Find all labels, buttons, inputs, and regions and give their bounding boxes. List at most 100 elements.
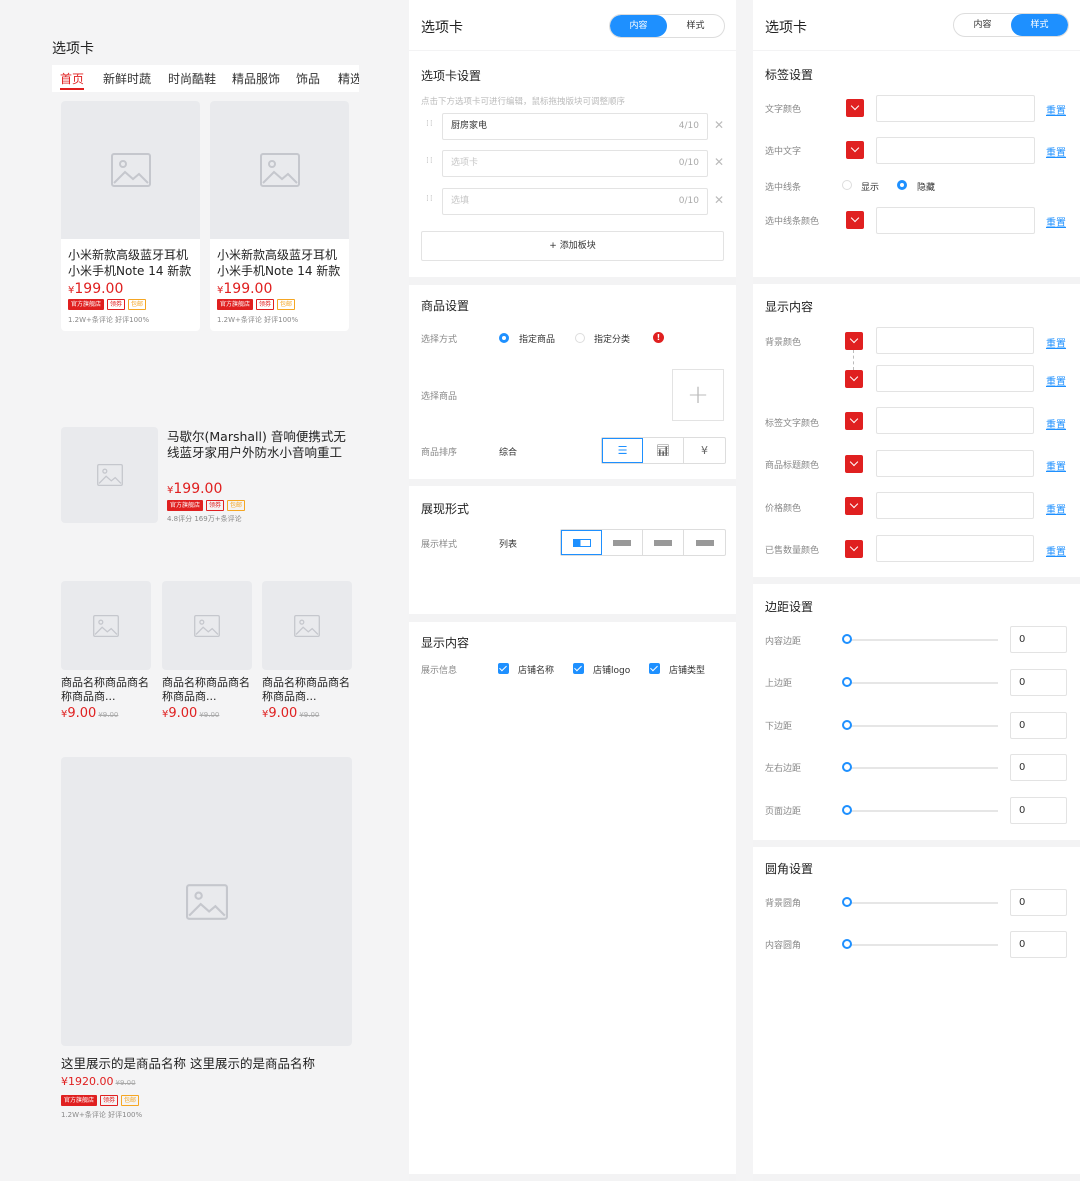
- tag-settings-section: 标签设置 文字颜色 重置 选中文字 重置 选中线条 显示 隐藏 选中线条颜色 重…: [753, 51, 1080, 277]
- reset-link[interactable]: 重置: [1046, 144, 1066, 159]
- drag-handle-icon[interactable]: ⁞⁞: [426, 120, 434, 134]
- bg-color-start-input[interactable]: [876, 327, 1034, 354]
- style-big-icon[interactable]: [684, 530, 725, 555]
- reset-link[interactable]: 重置: [1046, 102, 1066, 117]
- margin-label: 上边距: [765, 679, 793, 689]
- price-color-swatch[interactable]: [845, 497, 863, 515]
- margin-slider-knob[interactable]: [842, 677, 852, 687]
- checkbox-store-type[interactable]: [649, 663, 660, 674]
- margin-value-input[interactable]: 0: [1010, 669, 1067, 696]
- checkbox-label: 店铺logo: [593, 666, 631, 676]
- sort-list-icon[interactable]: ☰: [602, 438, 643, 463]
- bg-color-end-input[interactable]: [876, 365, 1034, 392]
- tab-vegetables[interactable]: 新鲜时蔬: [103, 70, 151, 87]
- margin-slider-track[interactable]: [846, 810, 998, 812]
- remove-tab-icon[interactable]: ✕: [714, 193, 724, 207]
- tag-text-color-swatch[interactable]: [845, 412, 863, 430]
- image-placeholder-icon: [210, 101, 349, 239]
- selected-text-input[interactable]: [876, 137, 1035, 164]
- radius-slider-knob[interactable]: [842, 897, 852, 907]
- sold-color-swatch[interactable]: [845, 540, 863, 558]
- text-color-input[interactable]: [876, 95, 1035, 122]
- tab-name-input[interactable]: 选填 0/10: [442, 188, 708, 215]
- radius-label: 内容圆角: [765, 941, 802, 951]
- style-grid2-icon[interactable]: [602, 530, 643, 555]
- tab-shoes[interactable]: 时尚酷鞋: [168, 70, 216, 87]
- goods-title-color-swatch[interactable]: [845, 455, 863, 473]
- tab-accessories[interactable]: 饰品: [296, 70, 320, 87]
- radio-show-line[interactable]: [842, 180, 852, 190]
- drag-handle-icon[interactable]: ⁞⁞: [426, 195, 434, 209]
- product-price: ¥199.00: [68, 281, 124, 297]
- tab-content[interactable]: 内容: [610, 15, 667, 37]
- reset-link[interactable]: 重置: [1046, 543, 1066, 558]
- tab-home[interactable]: 首页: [60, 70, 84, 87]
- product-card[interactable]: 小米新款高级蓝牙耳机小米手机Note 14 新款上... ¥199.00 官方旗…: [61, 101, 200, 331]
- reset-link[interactable]: 重置: [1046, 214, 1066, 229]
- style-list-icon[interactable]: [561, 530, 602, 555]
- line-color-input[interactable]: [876, 207, 1035, 234]
- tag-text-color-input[interactable]: [876, 407, 1034, 434]
- tab-featured[interactable]: 精选: [338, 70, 359, 87]
- add-block-button[interactable]: + 添加板块: [421, 231, 724, 261]
- margin-slider-track[interactable]: [846, 725, 998, 727]
- checkbox-store-logo[interactable]: [573, 663, 584, 674]
- margin-slider-track[interactable]: [846, 682, 998, 684]
- product-card[interactable]: 小米新款高级蓝牙耳机小米手机Note 14 新款上... ¥199.00 官方旗…: [210, 101, 349, 331]
- selected-text-swatch[interactable]: [846, 141, 864, 159]
- radius-slider-track[interactable]: [846, 944, 998, 946]
- margin-slider-track[interactable]: [846, 767, 998, 769]
- goods-title-color-label: 商品标题颜色: [765, 461, 820, 471]
- checkbox-store-name[interactable]: [498, 663, 509, 674]
- checkbox-label: 店铺类型: [669, 666, 706, 676]
- tab-style[interactable]: 样式: [1011, 14, 1068, 36]
- bg-color-start-swatch[interactable]: [845, 332, 863, 350]
- margin-slider-knob[interactable]: [842, 634, 852, 644]
- margin-slider-knob[interactable]: [842, 805, 852, 815]
- remove-tab-icon[interactable]: ✕: [714, 155, 724, 169]
- error-icon: !: [653, 332, 664, 343]
- radio-hide-line[interactable]: [897, 180, 907, 190]
- display-content-section: 显示内容 展示信息 店铺名称 店铺logo 店铺类型: [409, 622, 736, 1174]
- radius-slider-knob[interactable]: [842, 939, 852, 949]
- reset-link[interactable]: 重置: [1046, 458, 1066, 473]
- text-color-swatch[interactable]: [846, 99, 864, 117]
- add-goods-plus-icon[interactable]: +: [672, 369, 724, 421]
- reset-link[interactable]: 重置: [1046, 501, 1066, 516]
- select-mode-label: 选择方式: [421, 335, 458, 345]
- tab-content[interactable]: 内容: [954, 14, 1011, 36]
- margin-value-input[interactable]: 0: [1010, 626, 1067, 653]
- margin-value-input[interactable]: 0: [1010, 712, 1067, 739]
- reset-link[interactable]: 重置: [1046, 373, 1066, 388]
- margin-label: 内容边距: [765, 637, 802, 647]
- sort-sales-chart-icon[interactable]: 📊︎: [643, 438, 684, 463]
- price-color-input[interactable]: [876, 492, 1034, 519]
- sort-price-yen-icon[interactable]: ¥: [684, 438, 725, 463]
- margin-slider-knob[interactable]: [842, 720, 852, 730]
- radio-specified-goods[interactable]: [499, 333, 509, 343]
- margin-value-input[interactable]: 0: [1010, 797, 1067, 824]
- style-grid3-icon[interactable]: [643, 530, 684, 555]
- reset-link[interactable]: 重置: [1046, 416, 1066, 431]
- radius-slider-track[interactable]: [846, 902, 998, 904]
- margin-label: 下边距: [765, 722, 793, 732]
- tab-style[interactable]: 样式: [667, 15, 724, 37]
- radius-value-input[interactable]: 0: [1010, 931, 1067, 958]
- line-color-swatch[interactable]: [846, 211, 864, 229]
- margin-value-input[interactable]: 0: [1010, 754, 1067, 781]
- tab-clothing[interactable]: 精品服饰: [232, 70, 280, 87]
- section-title: 圆角设置: [765, 862, 814, 876]
- margin-slider-track[interactable]: [846, 639, 998, 641]
- goods-title-color-input[interactable]: [876, 450, 1034, 477]
- radius-value-input[interactable]: 0: [1010, 889, 1067, 916]
- tab-name-input[interactable]: 选项卡 0/10: [442, 150, 708, 177]
- bg-color-label: 背景颜色: [765, 338, 802, 348]
- tab-name-input[interactable]: 厨房家电 4/10: [442, 113, 708, 140]
- sold-color-input[interactable]: [876, 535, 1034, 562]
- radio-specified-category[interactable]: [575, 333, 585, 343]
- reset-link[interactable]: 重置: [1046, 335, 1066, 350]
- drag-handle-icon[interactable]: ⁞⁞: [426, 157, 434, 171]
- margin-slider-knob[interactable]: [842, 762, 852, 772]
- remove-tab-icon[interactable]: ✕: [714, 118, 724, 132]
- bg-color-end-swatch[interactable]: [845, 370, 863, 388]
